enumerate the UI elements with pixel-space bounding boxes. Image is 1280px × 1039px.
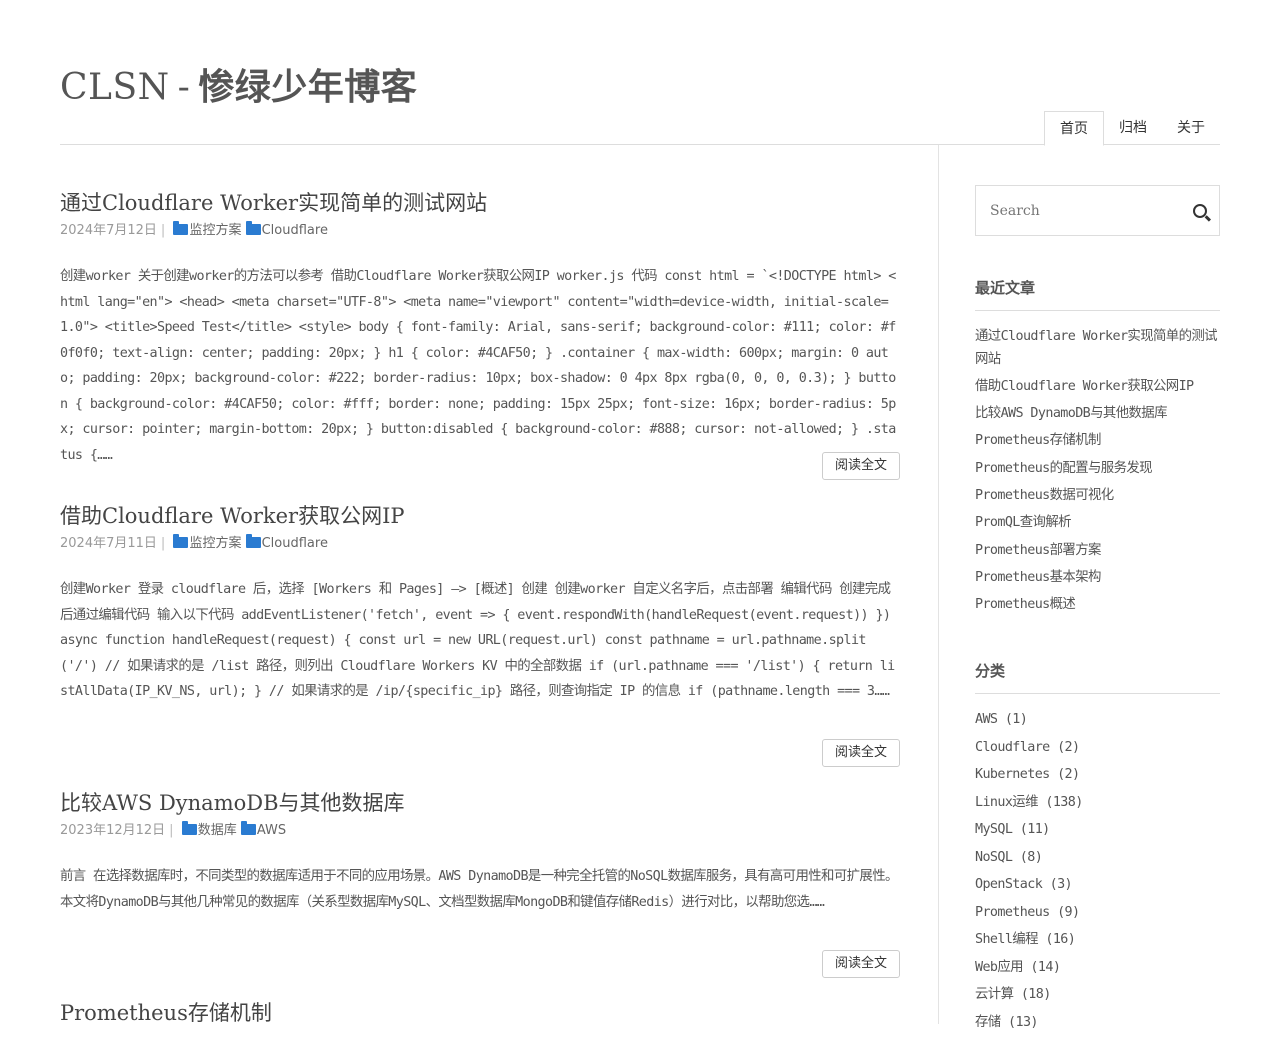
category-link[interactable]: Linux运维 (138) [975,792,1220,815]
post-excerpt: 创建worker 关于创建worker的方法可以参考 借助Cloudflare … [60,269,896,463]
post-date: 2024年7月11日 [60,536,157,551]
post-item: 通过Cloudflare Worker实现简单的测试网站 2024年7月12日 |… [60,188,900,480]
recent-post-link[interactable]: Prometheus基本架构 [975,567,1220,590]
post-category-link[interactable]: Cloudflare [262,223,328,238]
folder-icon [173,221,189,235]
post-meta: 2024年7月11日 | 监控方案 Cloudflare [60,533,900,555]
recent-post-link[interactable]: Prometheus数据可视化 [975,485,1220,508]
site-title-separator: - [177,67,191,108]
read-more-button[interactable]: 阅读全文 [822,739,900,767]
category-link[interactable]: 云计算 (18) [975,984,1220,1007]
folder-icon [240,821,256,835]
main-nav: 首页 归档 关于 [1044,111,1220,146]
meta-separator: | [160,536,166,551]
recent-post-link[interactable]: 借助Cloudflare Worker获取公网IP [975,376,1220,399]
category-link[interactable]: Kubernetes (2) [975,764,1220,787]
post-excerpt: 前言 在选择数据库时，不同类型的数据库适用于不同的应用场景。AWS Dynamo… [60,869,898,910]
meta-separator: | [160,223,166,238]
site-title-chinese: 惨绿少年博客 [198,66,418,108]
post-meta: 2023年12月12日 | 数据库 AWS [60,820,900,842]
folder-icon [181,821,197,835]
post-date: 2023年12月12日 [60,823,166,838]
read-more-button[interactable]: 阅读全文 [822,452,900,480]
category-link[interactable]: AWS (1) [975,709,1220,732]
categories-list: AWS (1) Cloudflare (2) Kubernetes (2) Li… [975,709,1220,1039]
post-category-link[interactable]: Cloudflare [262,536,328,551]
post-title[interactable]: 比较AWS DynamoDB与其他数据库 [60,788,900,818]
column-divider [938,145,939,1024]
post-category-link[interactable]: 监控方案 [189,223,241,238]
category-link[interactable]: Prometheus (9) [975,902,1220,925]
post-item: 比较AWS DynamoDB与其他数据库 2023年12月12日 | 数据库 AW… [60,788,900,978]
nav-home[interactable]: 首页 [1044,111,1104,146]
post-meta: 2024年7月12日 | 监控方案 Cloudflare [60,220,900,242]
category-link[interactable]: Cloudflare (2) [975,737,1220,760]
category-link[interactable]: NoSQL (8) [975,847,1220,870]
nav-archive[interactable]: 归档 [1104,111,1162,145]
post-excerpt: 创建Worker 登录 cloudflare 后，选择 [Workers 和 P… [60,582,895,699]
category-link[interactable]: 存储 (13) [975,1012,1220,1035]
post-date: 2024年7月12日 [60,223,157,238]
recent-posts-list: 通过Cloudflare Worker实现简单的测试网站 借助Cloudflar… [975,326,1220,621]
nav-about[interactable]: 关于 [1162,111,1220,145]
recent-post-link[interactable]: Prometheus的配置与服务发现 [975,458,1220,481]
site-title[interactable]: CLSN - 惨绿少年博客 [60,58,417,110]
search-input[interactable] [976,186,1176,235]
folder-icon [245,221,261,235]
site-title-latin: CLSN [60,67,170,108]
recent-post-link[interactable]: Prometheus部署方案 [975,540,1220,563]
category-link[interactable]: OpenStack (3) [975,874,1220,897]
search-form [975,185,1220,236]
category-link[interactable]: Shell编程 (16) [975,929,1220,952]
recent-post-link[interactable]: Prometheus存储机制 [975,430,1220,453]
read-more-button[interactable]: 阅读全文 [822,950,900,978]
post-category-link[interactable]: AWS [257,823,286,838]
meta-separator: | [169,823,174,838]
post-title[interactable]: 通过Cloudflare Worker实现简单的测试网站 [60,188,900,218]
categories-title: 分类 [975,660,1220,694]
recent-posts-title: 最近文章 [975,277,1220,311]
search-icon[interactable] [1193,204,1207,218]
post-category-link[interactable]: 数据库 [198,823,237,838]
post-item: 借助Cloudflare Worker获取公网IP 2024年7月11日 | 监控… [60,501,900,767]
category-link[interactable]: Web应用 (14) [975,957,1220,980]
recent-post-link[interactable]: PromQL查询解析 [975,512,1220,535]
recent-post-link[interactable]: 比较AWS DynamoDB与其他数据库 [975,403,1220,426]
recent-post-link[interactable]: 通过Cloudflare Worker实现简单的测试网站 [975,326,1220,371]
category-link[interactable]: MySQL (11) [975,819,1220,842]
folder-icon [245,534,261,548]
post-category-link[interactable]: 监控方案 [189,536,241,551]
post-title[interactable]: 借助Cloudflare Worker获取公网IP [60,501,900,531]
site-header: CLSN - 惨绿少年博客 首页 归档 关于 [60,0,1220,146]
recent-post-link[interactable]: Prometheus概述 [975,594,1220,617]
folder-icon [173,534,189,548]
